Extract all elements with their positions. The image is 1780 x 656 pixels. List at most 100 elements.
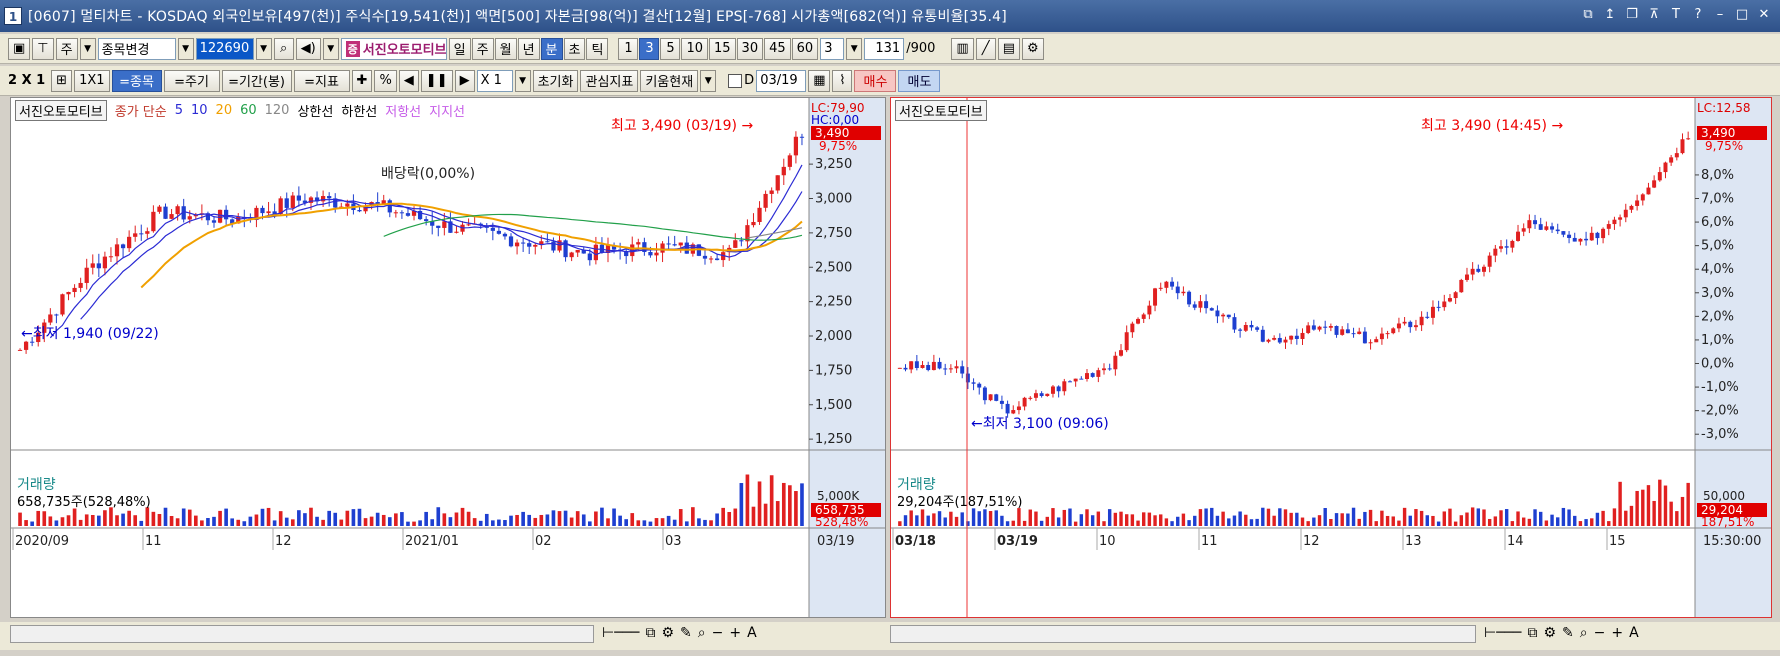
period-button-주[interactable]: 주 (471, 37, 494, 60)
calendar-icon[interactable]: ▦ (808, 69, 831, 92)
code-dropdown-icon[interactable]: ▼ (255, 37, 272, 60)
stock-name-field[interactable]: 증 서진오토모티브 (340, 37, 447, 60)
volume-bar (630, 513, 635, 526)
help-icon[interactable]: ? (1690, 6, 1706, 24)
grid-icon[interactable]: ⊞ (51, 69, 73, 92)
sound-dropdown-icon[interactable]: ▼ (322, 37, 339, 60)
maximize-icon[interactable]: □ (1734, 6, 1750, 24)
volume-bar (139, 520, 144, 526)
minute-button-15[interactable]: 15 (709, 37, 736, 60)
window-layout-button[interactable]: ▣ (8, 37, 31, 60)
volume-bar (666, 515, 671, 526)
current-dropdown-icon[interactable]: ▼ (700, 69, 717, 92)
stock-change-dropdown-icon[interactable]: ▼ (177, 37, 194, 60)
date-input[interactable]: 03/19 (756, 69, 807, 92)
pen-icon[interactable]: ✎ (1562, 625, 1574, 641)
minute-button-60[interactable]: 60 (791, 37, 819, 60)
pen-icon[interactable]: ✎ (680, 625, 692, 641)
prev-icon[interactable]: ◀ (398, 69, 419, 92)
current-button[interactable]: 키움현재 (640, 69, 699, 92)
magnify-icon[interactable]: ⌕ (1580, 625, 1588, 641)
daily-stock-label[interactable]: 서진오토모티브 (15, 100, 107, 121)
period-button-년[interactable]: 년 (517, 37, 540, 60)
stock-code-input[interactable]: 122690 (195, 37, 254, 60)
minute-button-3[interactable]: 3 (639, 37, 660, 60)
copy-icon[interactable]: ⧉ (1527, 625, 1537, 641)
setting-icon[interactable]: ⚙ (661, 625, 674, 641)
daily-chart-pane[interactable]: 3,250 3,000 2,750 2,500 2,250 2,000 1,750 1,500… (10, 97, 886, 618)
date-checkbox[interactable] (728, 73, 743, 88)
pause-icon[interactable]: ❚❚ (420, 69, 453, 92)
period-button-일[interactable]: 일 (448, 37, 471, 60)
chart-type-icon[interactable]: ⌇ (832, 69, 853, 92)
sound-icon[interactable]: ◀) (295, 37, 321, 60)
magnify-icon[interactable]: ⌕ (698, 625, 706, 641)
indicator-icon[interactable]: ▥ (951, 37, 974, 60)
zoom-dropdown-icon[interactable]: ▼ (514, 69, 531, 92)
interest-button[interactable]: 관심지표 (580, 69, 639, 92)
save-icon[interactable]: ▤ (997, 37, 1020, 60)
volume-bar (478, 520, 483, 526)
sync-stock-button[interactable]: =종목 (111, 69, 162, 92)
next-icon[interactable]: ▶ (454, 69, 475, 92)
minute-scrollbar[interactable] (890, 625, 1476, 643)
period-button-분[interactable]: 분 (540, 37, 563, 60)
search-icon[interactable]: ⌕ (273, 37, 294, 60)
minus-icon[interactable]: − (712, 625, 724, 641)
stock-change-select[interactable]: 종목변경 (97, 37, 176, 60)
minute-button-1[interactable]: 1 (618, 37, 639, 60)
plus-icon[interactable]: + (729, 625, 741, 641)
minute-button-45[interactable]: 45 (764, 37, 791, 60)
minute-button-5[interactable]: 5 (660, 37, 681, 60)
sync-indicator-button[interactable]: =지표 (293, 69, 350, 92)
zoom-slider-icon[interactable]: ⊢─── (1484, 625, 1521, 641)
volume-bar (1142, 512, 1146, 526)
layout-1x1-button[interactable]: 1X1 (74, 69, 110, 92)
draw-tool-icon[interactable]: ╱ (975, 37, 996, 60)
setting-icon[interactable]: ⚙ (1543, 625, 1556, 641)
percent-icon[interactable]: % (374, 69, 397, 92)
auto-icon[interactable]: A (747, 625, 757, 641)
minus-icon[interactable]: − (1594, 625, 1606, 641)
period-button-틱[interactable]: 틱 (586, 37, 609, 60)
pin-icon[interactable]: ↥ (1602, 6, 1618, 24)
stick-icon[interactable]: ⊼ (1646, 6, 1662, 24)
crosshair-icon[interactable]: ✚ (351, 69, 373, 92)
market-select[interactable]: 주 (55, 37, 78, 60)
init-button[interactable]: 초기화 (532, 69, 579, 92)
close-icon[interactable]: ✕ (1756, 6, 1772, 24)
pin-button[interactable]: ⊤ (32, 37, 54, 60)
restore-icon[interactable]: ❐ (1624, 6, 1640, 24)
buy-button[interactable]: 매수 (854, 69, 897, 92)
volume-bar (18, 512, 22, 526)
interval-input[interactable]: 3 (820, 37, 845, 60)
volume-bar (333, 512, 338, 526)
copy-icon[interactable]: ⧉ (645, 625, 655, 641)
gear-icon[interactable]: ⚙ (1021, 37, 1044, 60)
sell-button[interactable]: 매도 (898, 69, 941, 92)
period-button-초[interactable]: 초 (563, 37, 586, 60)
interval-dropdown-icon[interactable]: ▼ (846, 37, 863, 60)
period-button-월[interactable]: 월 (494, 37, 517, 60)
x-end-label: 15:30:00 (1703, 534, 1761, 549)
count-input[interactable]: 131 (864, 37, 905, 60)
market-dropdown-icon[interactable]: ▼ (79, 37, 96, 60)
minute-button-10[interactable]: 10 (681, 37, 708, 60)
minimize-icon[interactable]: – (1712, 6, 1728, 24)
plus-icon[interactable]: + (1611, 625, 1623, 641)
zoom-select[interactable]: X 1 (476, 69, 513, 92)
link-icon[interactable]: ⧉ (1580, 6, 1596, 24)
daily-scrollbar[interactable] (10, 625, 594, 643)
layout-label[interactable]: 2 X 1 (8, 73, 45, 88)
auto-icon[interactable]: A (1629, 625, 1639, 641)
minute-chart-svg[interactable]: 8,0% 7,0% 6,0% 5,0% 4,0% 3,0% 2,0% 1,0% 0,0% -1,0… (891, 98, 1771, 617)
zoom-slider-icon[interactable]: ⊢─── (602, 625, 639, 641)
sync-range-button[interactable]: =기간(봉) (221, 69, 292, 92)
daily-chart-svg[interactable]: 3,250 3,000 2,750 2,500 2,250 2,000 1,750 1,500… (11, 98, 885, 617)
ma-legend-item: 60 (240, 103, 257, 118)
minute-button-30[interactable]: 30 (736, 37, 764, 60)
minute-chart-pane[interactable]: 8,0% 7,0% 6,0% 5,0% 4,0% 3,0% 2,0% 1,0% 0,0% -1,0… (890, 97, 1772, 618)
minute-stock-label[interactable]: 서진오토모티브 (895, 100, 987, 121)
font-icon[interactable]: T (1668, 6, 1684, 24)
sync-period-button[interactable]: =주기 (163, 69, 220, 92)
